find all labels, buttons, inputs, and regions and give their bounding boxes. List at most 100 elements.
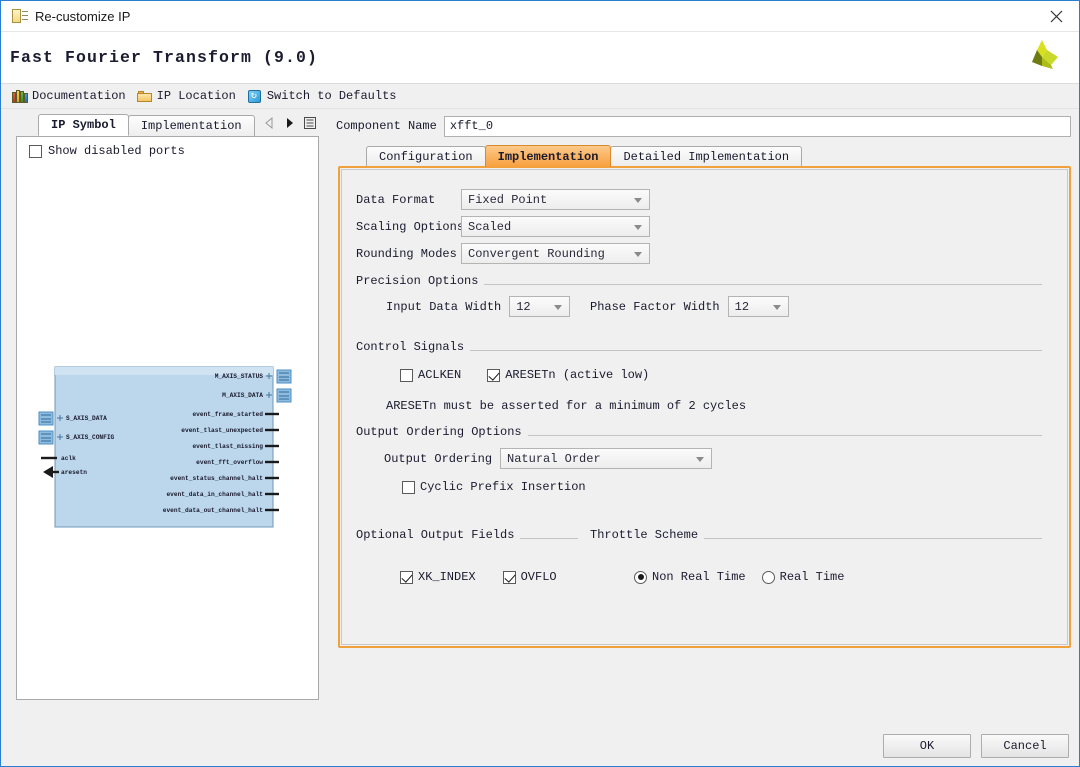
control-signals-section: Control Signals — [356, 340, 1042, 354]
svg-text:aclk: aclk — [61, 455, 76, 462]
tab-ip-symbol[interactable]: IP Symbol — [38, 114, 129, 136]
xk-index-checkbox-item[interactable]: XK_INDEX — [400, 570, 476, 584]
tab-configuration[interactable]: Configuration — [366, 146, 486, 167]
list-menu-icon[interactable] — [303, 117, 316, 133]
show-disabled-ports-label: Show disabled ports — [48, 144, 185, 158]
component-name-label: Component Name — [336, 119, 437, 133]
real-time-radio[interactable] — [761, 570, 775, 584]
show-disabled-ports-row[interactable]: Show disabled ports — [17, 137, 318, 158]
tab-implementation-left[interactable]: Implementation — [127, 115, 255, 136]
tab-implementation[interactable]: Implementation — [484, 145, 612, 167]
dialog-footer: OK Cancel — [883, 734, 1069, 758]
cancel-button[interactable]: Cancel — [981, 734, 1069, 758]
ok-button[interactable]: OK — [883, 734, 971, 758]
toolbar-documentation-button[interactable]: Documentation — [9, 88, 129, 105]
component-name-row: Component Name xfft_0 — [331, 115, 1071, 137]
chevron-down-icon — [634, 251, 642, 257]
phase-factor-width-row: Phase Factor Width 12 — [590, 296, 789, 317]
title-bar: Re-customize IP — [1, 1, 1079, 32]
tab-detailed-implementation[interactable]: Detailed Implementation — [610, 146, 803, 167]
cyclic-prefix-checkbox-item[interactable]: Cyclic Prefix Insertion — [402, 480, 586, 494]
optional-output-fields-section: Optional Output Fields — [356, 528, 578, 542]
chevron-left-icon[interactable] — [264, 116, 275, 133]
ip-header: Fast Fourier Transform (9.0) — [1, 32, 1079, 84]
section-divider — [704, 538, 1042, 539]
input-data-width-label: Input Data Width — [386, 299, 502, 314]
chevron-down-icon — [696, 456, 705, 462]
page-title: Fast Fourier Transform (9.0) — [10, 48, 319, 67]
data-format-row: Data Format Fixed Point — [356, 189, 650, 210]
chevron-down-icon — [634, 224, 642, 230]
rounding-modes-select[interactable]: Convergent Rounding — [461, 243, 650, 264]
optional-output-fields-title: Optional Output Fields — [356, 528, 515, 542]
tab-implementation-label: Implementation — [497, 149, 599, 164]
ip-symbol-diagram: S_AXIS_DATA S_AXIS_CONFIG aclk aresetn M… — [17, 167, 318, 699]
output-ordering-label: Output Ordering — [384, 451, 493, 466]
svg-text:event_fft_overflow: event_fft_overflow — [196, 459, 263, 466]
throttle-scheme-section: Throttle Scheme — [590, 528, 1042, 542]
svg-text:M_AXIS_STATUS: M_AXIS_STATUS — [215, 373, 264, 380]
section-divider — [484, 284, 1042, 285]
non-real-time-label: Non Real Time — [652, 570, 746, 584]
output-ordering-row: Output Ordering Natural Order — [384, 448, 713, 469]
phase-factor-width-value: 12 — [734, 299, 750, 314]
scaling-options-label: Scaling Options — [356, 219, 465, 234]
documentation-icon — [12, 89, 28, 104]
window-title: Re-customize IP — [35, 8, 131, 24]
non-real-time-radio[interactable] — [634, 570, 647, 584]
control-signals-title: Control Signals — [356, 340, 465, 354]
aclken-checkbox[interactable] — [400, 368, 413, 382]
svg-text:S_AXIS_CONFIG: S_AXIS_CONFIG — [66, 434, 115, 441]
toolbar-documentation-label: Documentation — [32, 89, 126, 103]
cyclic-prefix-checkbox[interactable] — [402, 480, 415, 494]
chevron-down-icon — [554, 304, 563, 310]
component-name-input[interactable]: xfft_0 — [443, 115, 1071, 137]
real-time-label: Real Time — [779, 570, 845, 584]
input-data-width-select[interactable]: 12 — [509, 296, 571, 317]
chevron-down-icon — [772, 304, 781, 310]
input-data-width-row: Input Data Width 12 — [386, 296, 571, 317]
svg-text:event_tlast_missing: event_tlast_missing — [192, 443, 263, 450]
svg-text:aresetn: aresetn — [61, 469, 87, 476]
show-disabled-ports-checkbox[interactable] — [29, 144, 42, 158]
aresetn-label: ARESETn (active low) — [505, 368, 650, 382]
data-format-label: Data Format — [356, 192, 436, 207]
aresetn-checkbox-item[interactable]: ARESETn (active low) — [487, 368, 649, 382]
data-format-select[interactable]: Fixed Point — [461, 189, 650, 210]
left-panel: IP Symbol Implementation Show disabled p… — [16, 114, 319, 700]
svg-text:event_data_in_channel_halt: event_data_in_channel_halt — [166, 491, 263, 498]
toolbar-ip-location-button[interactable]: IP Location — [134, 88, 239, 105]
non-real-time-radio-item[interactable]: Non Real Time — [634, 570, 746, 584]
precision-options-section: Precision Options — [356, 274, 1042, 288]
ovflo-checkbox[interactable] — [502, 570, 516, 584]
section-divider — [520, 538, 578, 539]
output-ordering-value: Natural Order — [507, 451, 601, 466]
svg-text:event_status_channel_halt: event_status_channel_halt — [170, 475, 263, 482]
output-ordering-select[interactable]: Natural Order — [500, 448, 713, 469]
rounding-modes-label: Rounding Modes — [356, 246, 457, 261]
phase-factor-width-label: Phase Factor Width — [590, 299, 720, 314]
refresh-icon: ↻ — [247, 89, 263, 104]
throttle-scheme-title: Throttle Scheme — [590, 528, 699, 542]
scaling-options-select[interactable]: Scaled — [461, 216, 650, 237]
rounding-modes-row: Rounding Modes Convergent Rounding — [356, 243, 650, 264]
tab-detailed-implementation-label: Detailed Implementation — [623, 150, 790, 164]
tab-implementation-left-label: Implementation — [140, 119, 242, 133]
precision-options-title: Precision Options — [356, 274, 479, 288]
aclken-checkbox-item[interactable]: ACLKEN — [400, 368, 461, 382]
ip-customize-window: Re-customize IP Fast Fourier Transform (… — [0, 0, 1080, 767]
real-time-radio-item[interactable]: Real Time — [761, 570, 845, 584]
output-ordering-title: Output Ordering Options — [356, 425, 522, 439]
close-icon[interactable] — [1033, 1, 1079, 31]
toolbar-switch-defaults-button[interactable]: ↻ Switch to Defaults — [244, 88, 400, 105]
toolbar-switch-defaults-label: Switch to Defaults — [266, 89, 397, 103]
ovflo-checkbox-item[interactable]: OVFLO — [502, 570, 557, 584]
chevron-down-icon — [634, 197, 642, 203]
xk-index-checkbox[interactable] — [400, 570, 413, 584]
throttle-scheme-radio-row: Non Real Time Real Time — [634, 570, 844, 584]
aresetn-checkbox[interactable] — [487, 368, 501, 382]
right-panel: Component Name xfft_0 Configuration Impl… — [331, 115, 1071, 700]
chevron-right-icon[interactable] — [284, 117, 295, 133]
toolbar: Documentation IP Location ↻ Switch to De… — [1, 84, 1079, 109]
phase-factor-width-select[interactable]: 12 — [727, 296, 789, 317]
